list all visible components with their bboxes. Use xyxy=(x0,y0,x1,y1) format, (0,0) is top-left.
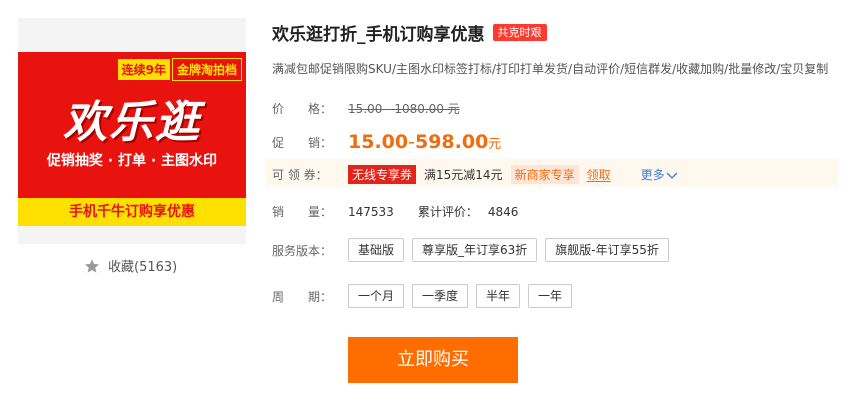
period-option-year[interactable]: 一年 xyxy=(528,284,573,308)
period-row: 周 期： 一个月 一季度 半年 一年 xyxy=(272,284,580,308)
promo-price-min: 15.00 xyxy=(348,131,409,153)
banner-years-tag: 连续9年 xyxy=(117,58,170,80)
claim-coupon-link[interactable]: 领取 xyxy=(587,166,611,183)
favorite-button[interactable]: 收藏(5163) xyxy=(84,256,177,275)
star-icon xyxy=(85,258,99,273)
promo-price-max: 598.00 xyxy=(414,131,489,153)
coupon-type-tag: 无线专享券 xyxy=(348,165,417,184)
coupon-text: 满15元减14元 xyxy=(424,168,503,182)
banner-headline: 欢乐逛 xyxy=(63,97,201,148)
period-option-half-year[interactable]: 半年 xyxy=(476,284,521,308)
more-label: 更多 xyxy=(640,168,665,182)
promo-price-row: 促 销： 15.00 - 598.00 元 xyxy=(272,131,501,153)
sales-count: 147533 xyxy=(348,204,394,219)
promo-price-sep: - xyxy=(408,131,415,153)
promo-label: 促 销： xyxy=(272,135,333,150)
product-subtitle: 满减包邮促销限购SKU/主图水印标签打标/打印打单发货/自动评价/短信群发/收藏… xyxy=(272,62,829,76)
version-label: 服务版本： xyxy=(272,243,333,258)
version-option-flagship[interactable]: 旗舰版-年订享55折 xyxy=(545,238,669,262)
promo-price-unit: 元 xyxy=(488,136,502,152)
product-image-container: 连续9年 金牌淘拍档 欢乐逛 促销抽奖 · 打单 · 主图水印 手机千牛订购享优… xyxy=(18,18,246,244)
sales-row: 销 量： 147533 累计评价： 4846 xyxy=(272,203,518,220)
version-option-basic[interactable]: 基础版 xyxy=(348,238,405,262)
product-banner-image: 连续9年 金牌淘拍档 欢乐逛 促销抽奖 · 打单 · 主图水印 手机千牛订购享优… xyxy=(18,52,246,226)
review-label: 累计评价： xyxy=(417,205,478,219)
price-row: 价 格： 15.00 - 1080.00 元 xyxy=(272,100,460,117)
product-title-row: 欢乐逛打折_手机订购享优惠 共克时艰 xyxy=(272,20,547,45)
new-merchant-tag: 新商家专享 xyxy=(510,165,579,184)
coupon-tag-a: 无线 xyxy=(352,168,377,182)
more-coupons-link[interactable]: 更多 xyxy=(641,166,679,183)
coupon-row: 可 领 券： 无线专享券 满15元减14元 新商家专享 领取 更多 xyxy=(272,165,679,184)
price-label: 价 格： xyxy=(272,102,333,116)
sales-label: 销 量： xyxy=(272,205,333,219)
product-title: 欢乐逛打折_手机订购享优惠 xyxy=(272,25,485,45)
coupon-label: 可 领 券： xyxy=(272,168,328,182)
banner-top-tags: 连续9年 金牌淘拍档 xyxy=(117,57,242,81)
version-row: 服务版本： 基础版 尊享版_年订享63折 旗舰版-年订享55折 xyxy=(272,238,677,262)
promo-badge: 共克时艰 xyxy=(492,24,547,41)
favorite-count: 收藏(5163) xyxy=(108,260,178,275)
original-price: 15.00 - 1080.00 元 xyxy=(348,102,460,116)
version-option-premium[interactable]: 尊享版_年订享63折 xyxy=(412,238,538,262)
chevron-down-icon xyxy=(666,172,678,179)
period-option-quarter[interactable]: 一季度 xyxy=(412,284,469,308)
banner-brand-tag: 金牌淘拍档 xyxy=(171,57,242,81)
period-label: 周 期： xyxy=(272,289,333,304)
review-count: 4846 xyxy=(487,204,519,219)
coupon-tag-b: 专享券 xyxy=(376,168,413,182)
banner-footer: 手机千牛订购享优惠 xyxy=(18,198,246,226)
banner-subline: 促销抽奖 · 打单 · 主图水印 xyxy=(46,153,218,169)
buy-now-button[interactable]: 立即购买 xyxy=(348,337,518,383)
period-option-month[interactable]: 一个月 xyxy=(348,284,405,308)
